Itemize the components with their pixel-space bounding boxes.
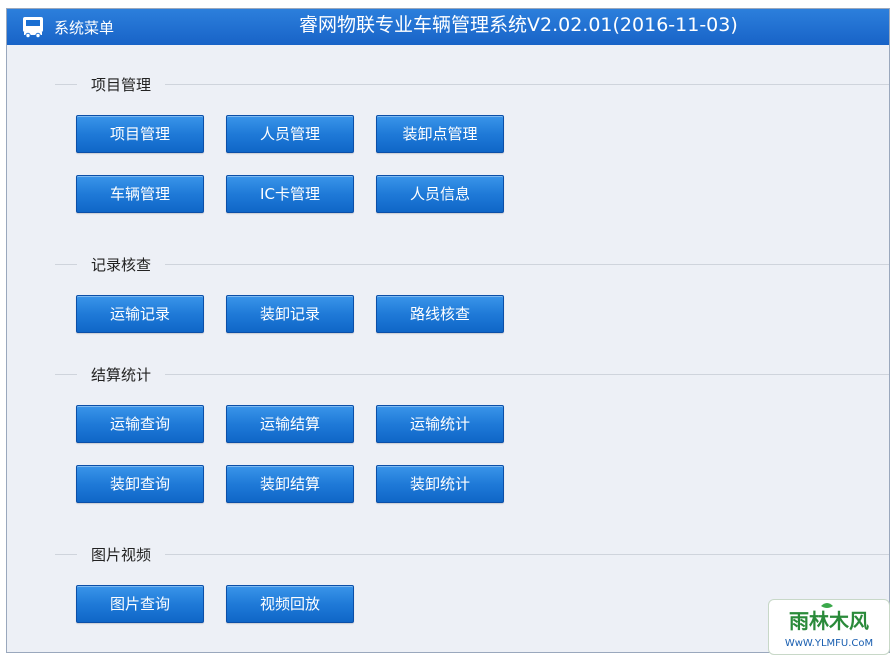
ic-card-manage-button[interactable]: IC卡管理 — [226, 175, 354, 213]
loading-point-manage-button[interactable]: 装卸点管理 — [376, 115, 504, 153]
transport-record-button[interactable]: 运输记录 — [76, 295, 204, 333]
leaf-icon — [821, 603, 833, 608]
transport-query-button[interactable]: 运输查询 — [76, 405, 204, 443]
loading-stats-button[interactable]: 装卸统计 — [376, 465, 504, 503]
window-title: 睿网物联专业车辆管理系统V2.02.01(2016-11-03) — [299, 14, 738, 36]
main-window: 系统菜单 睿网物联专业车辆管理系统V2.02.01(2016-11-03) 项目… — [6, 8, 890, 653]
system-menu-label[interactable]: 系统菜单 — [54, 19, 114, 37]
truck-icon[interactable] — [21, 15, 45, 39]
section-title-project: 项目管理 — [77, 76, 166, 94]
loading-query-button[interactable]: 装卸查询 — [76, 465, 204, 503]
image-query-button[interactable]: 图片查询 — [76, 585, 204, 623]
section-title-records: 记录核查 — [77, 256, 166, 274]
video-playback-button[interactable]: 视频回放 — [226, 585, 354, 623]
transport-settle-button[interactable]: 运输结算 — [226, 405, 354, 443]
watermark-url: WwW.YLMFU.CoM — [785, 638, 873, 649]
section-divider — [55, 264, 889, 265]
section-title-media: 图片视频 — [77, 546, 166, 564]
section-title-settlement: 结算统计 — [77, 366, 166, 384]
route-check-button[interactable]: 路线核查 — [376, 295, 504, 333]
project-manage-button[interactable]: 项目管理 — [76, 115, 204, 153]
watermark-graphic: 雨林木风 WwW.YLMFU.CoM — [785, 603, 873, 649]
transport-stats-button[interactable]: 运输统计 — [376, 405, 504, 443]
section-divider — [55, 84, 889, 85]
vehicle-manage-button[interactable]: 车辆管理 — [76, 175, 204, 213]
title-bar: 系统菜单 睿网物联专业车辆管理系统V2.02.01(2016-11-03) — [7, 9, 889, 45]
staff-info-button[interactable]: 人员信息 — [376, 175, 504, 213]
loading-record-button[interactable]: 装卸记录 — [226, 295, 354, 333]
menu-content: 项目管理 项目管理 人员管理 装卸点管理 车辆管理 IC卡管理 人员信息 记录核… — [7, 45, 889, 652]
section-divider — [55, 374, 889, 375]
staff-manage-button[interactable]: 人员管理 — [226, 115, 354, 153]
loading-settle-button[interactable]: 装卸结算 — [226, 465, 354, 503]
watermark-name: 雨林木风 — [789, 609, 869, 633]
section-divider — [55, 554, 889, 555]
watermark-logo: 雨林木风 WwW.YLMFU.CoM — [768, 599, 890, 655]
